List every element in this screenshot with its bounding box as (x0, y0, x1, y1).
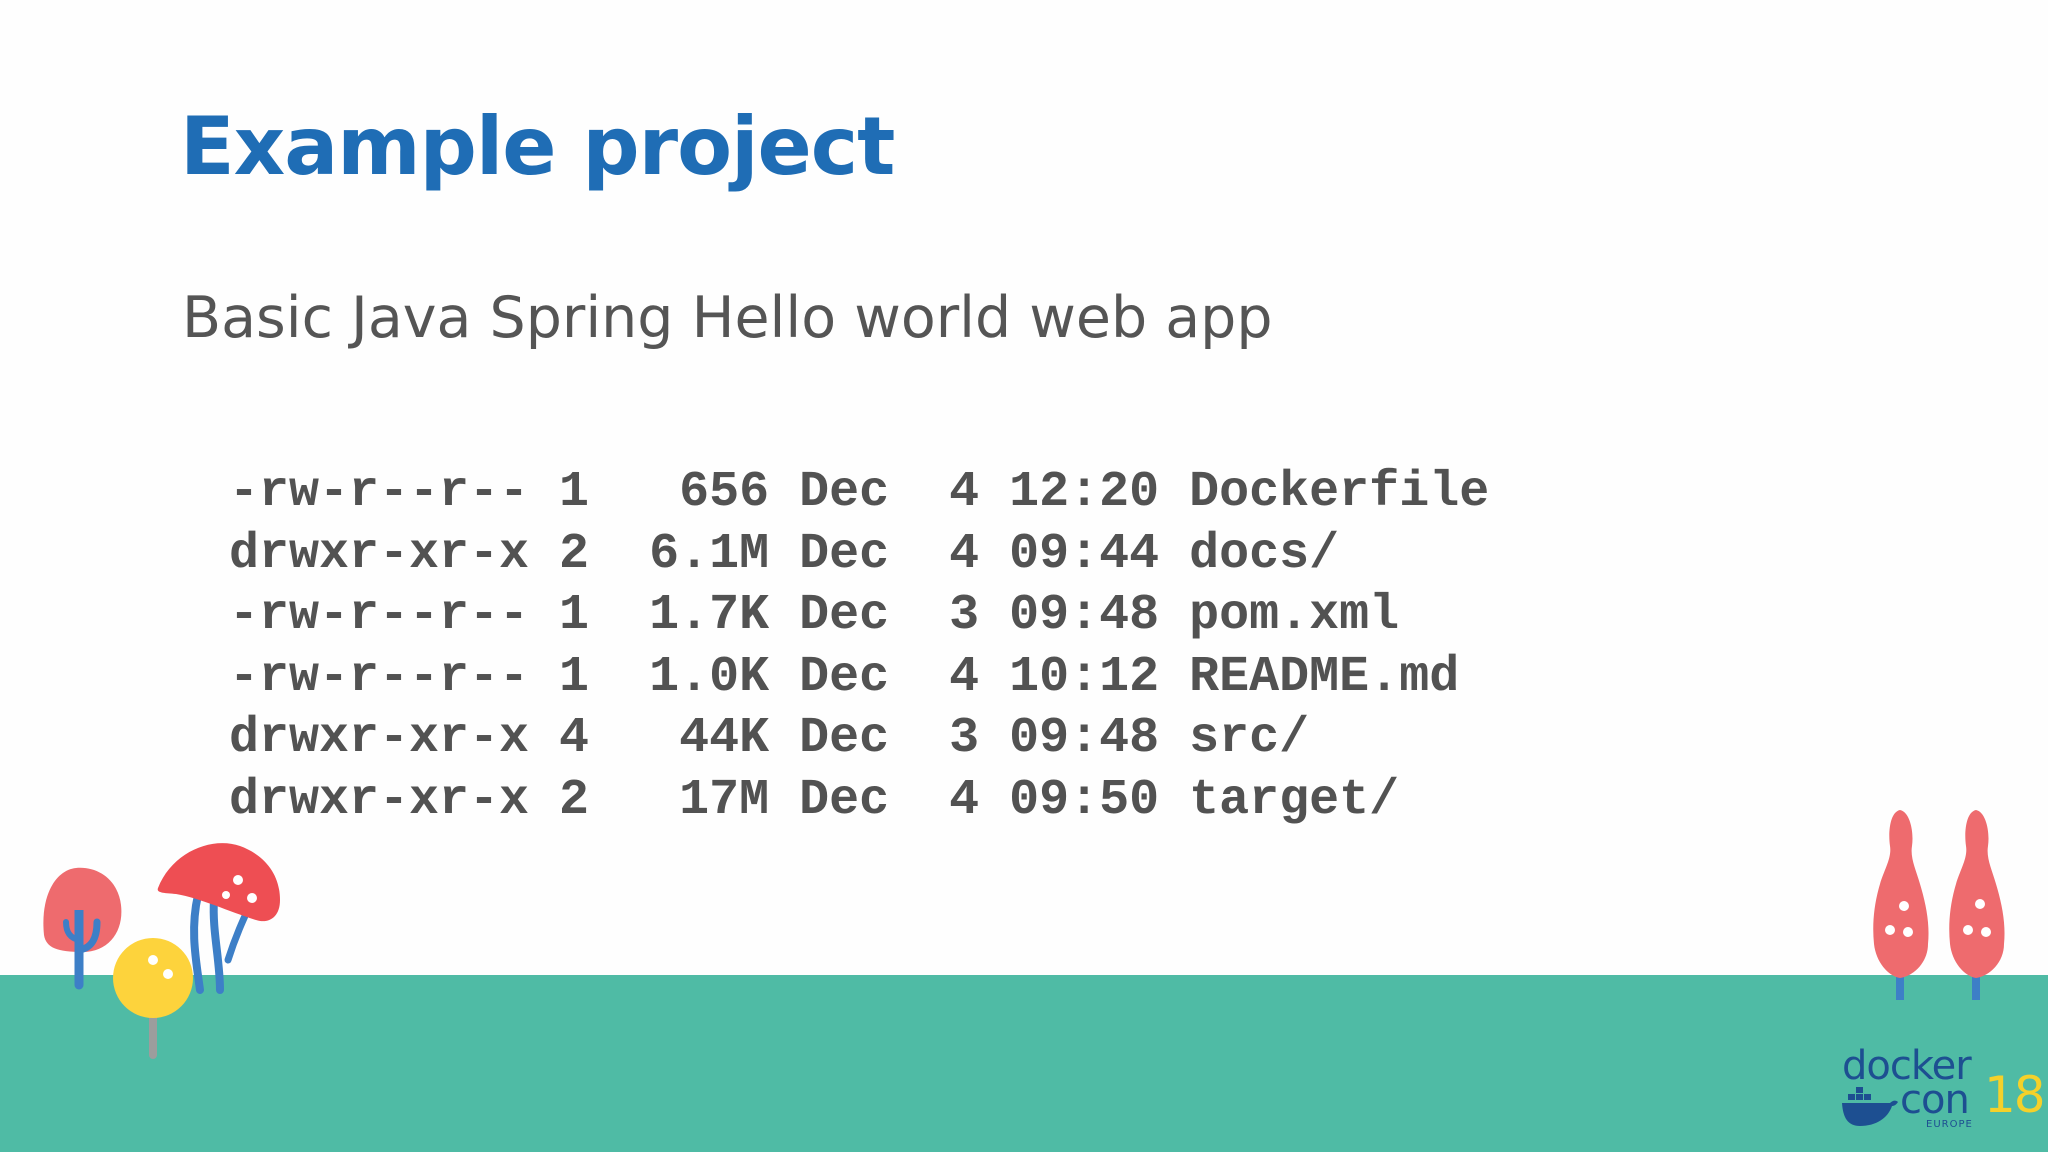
left-small-tree-icon (43, 867, 122, 990)
listing-row: drwxr-xr-x 2 6.1M Dec 4 09:44 docs/ (229, 525, 1340, 583)
logo-word-con: con (1900, 1077, 1970, 1123)
right-tall-tree-2-icon (1949, 810, 2005, 1000)
dockercon-logo: docker con 18 EUROPE (1838, 1046, 2046, 1136)
logo-region: EUROPE (1926, 1119, 1973, 1130)
slide: Example project Basic Java Spring Hello … (0, 0, 2048, 1152)
directory-listing: -rw-r--r-- 1 656 Dec 4 12:20 Dockerfile … (229, 462, 1489, 831)
listing-row: drwxr-xr-x 2 17M Dec 4 09:50 target/ (229, 771, 1400, 829)
slide-title: Example project (180, 100, 895, 193)
docker-whale-icon (1842, 1087, 1898, 1126)
logo-year: 18 (1984, 1066, 2046, 1124)
listing-row: -rw-r--r-- 1 1.0K Dec 4 10:12 README.md (229, 648, 1460, 706)
ground-band (0, 975, 2048, 1152)
slide-subtitle: Basic Java Spring Hello world web app (182, 285, 1273, 351)
listing-row: -rw-r--r-- 1 1.7K Dec 3 09:48 pom.xml (229, 587, 1400, 644)
listing-row: drwxr-xr-x 4 44K Dec 3 09:48 src/ (229, 710, 1310, 767)
listing-row: -rw-r--r-- 1 656 Dec 4 12:20 Dockerfile (229, 464, 1490, 521)
right-tall-tree-1-icon (1873, 810, 1929, 1000)
